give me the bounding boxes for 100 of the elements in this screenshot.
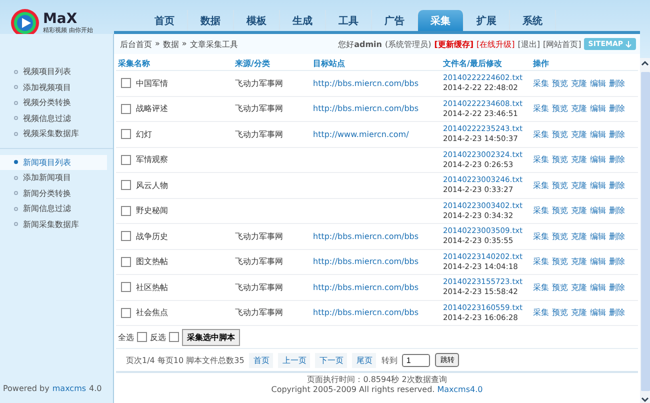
row-checkbox[interactable] <box>121 78 131 88</box>
sidebar-item[interactable]: 视频分类转换 <box>0 95 107 110</box>
column-header: 目标站点 <box>313 58 346 68</box>
invert-checkbox[interactable] <box>169 332 179 342</box>
action-link[interactable]: 预览 <box>552 128 568 140</box>
action-link[interactable]: 编辑 <box>590 103 606 114</box>
action-link[interactable]: 编辑 <box>590 205 606 216</box>
url-link[interactable]: http://www.miercn.com/ <box>313 130 409 139</box>
row-checkbox[interactable] <box>121 129 131 140</box>
sidebar-item[interactable]: 视频采集数据库 <box>0 126 107 142</box>
action-link[interactable]: 删除 <box>609 128 625 140</box>
top-link[interactable]: [退出] <box>518 38 540 50</box>
action-link[interactable]: 预览 <box>552 205 568 216</box>
action-link[interactable]: 采集 <box>533 180 549 191</box>
action-link[interactable]: 预览 <box>552 154 568 166</box>
action-link[interactable]: 采集 <box>533 282 549 293</box>
action-link[interactable]: 编辑 <box>590 230 606 242</box>
sidebar-item[interactable]: 新闻项目列表 <box>0 154 107 170</box>
action-link[interactable]: 编辑 <box>590 282 606 293</box>
scroll-down-icon[interactable] <box>641 397 649 403</box>
breadcrumb-item[interactable]: 数据 <box>162 38 179 50</box>
action-link[interactable]: 删除 <box>609 78 625 89</box>
pager-link[interactable]: 上一页 <box>278 352 310 368</box>
action-link[interactable]: 预览 <box>552 230 568 242</box>
pager-link[interactable]: 尾页 <box>352 352 376 368</box>
action-link[interactable]: 克隆 <box>571 282 587 293</box>
action-link[interactable]: 克隆 <box>571 230 587 242</box>
action-link[interactable]: 编辑 <box>590 307 606 318</box>
action-link[interactable]: 删除 <box>609 282 625 293</box>
row-checkbox[interactable] <box>121 206 131 216</box>
action-link[interactable]: 采集 <box>533 256 549 268</box>
action-link[interactable]: 采集 <box>533 128 549 140</box>
row-checkbox[interactable] <box>121 154 131 165</box>
scroll-up-icon[interactable] <box>641 60 649 66</box>
sidebar-item[interactable]: 添加新闻项目 <box>0 170 107 186</box>
url-link[interactable]: http://bbs.miercn.com/bbs <box>313 232 419 241</box>
url-link[interactable]: http://bbs.miercn.com/bbs <box>313 257 419 266</box>
action-link[interactable]: 预览 <box>552 78 568 89</box>
action-link[interactable]: 删除 <box>609 205 625 216</box>
sidebar-item[interactable]: 添加视频项目 <box>0 80 107 95</box>
action-link[interactable]: 采集 <box>533 307 549 318</box>
page-input[interactable]: 1 <box>402 354 430 366</box>
row-checkbox[interactable] <box>121 180 131 190</box>
row-checkbox[interactable] <box>121 256 131 267</box>
url-link[interactable]: http://bbs.miercn.com/bbs <box>313 282 419 292</box>
action-link[interactable]: 删除 <box>609 307 625 318</box>
action-link[interactable]: 克隆 <box>571 128 587 140</box>
action-link[interactable]: 采集 <box>533 154 549 166</box>
action-link[interactable]: 删除 <box>609 154 625 166</box>
row-checkbox[interactable] <box>121 308 131 318</box>
copyright-link[interactable]: Maxcms4.0 <box>437 385 483 394</box>
url-link[interactable]: http://bbs.miercn.com/bbs <box>313 78 419 88</box>
scrollbar[interactable] <box>640 58 650 403</box>
action-link[interactable]: 采集 <box>533 103 549 114</box>
action-link[interactable]: 预览 <box>552 282 568 293</box>
action-link[interactable]: 预览 <box>552 180 568 191</box>
action-link[interactable]: 采集 <box>533 78 549 89</box>
sidebar-item[interactable]: 新闻信息过滤 <box>0 201 107 216</box>
sidebar-item[interactable]: 视频项目列表 <box>0 64 107 80</box>
action-link[interactable]: 删除 <box>609 256 625 268</box>
action-link[interactable]: 克隆 <box>571 205 587 216</box>
action-link[interactable]: 删除 <box>609 230 625 242</box>
select-all-checkbox[interactable] <box>137 332 147 342</box>
pager-link[interactable]: 下一页 <box>315 352 348 368</box>
action-link[interactable]: 克隆 <box>571 307 587 318</box>
source-cell: 飞动力军事网 <box>235 78 283 88</box>
sidebar-item[interactable]: 新闻采集数据库 <box>0 216 107 232</box>
action-link[interactable]: 采集 <box>533 230 549 242</box>
action-link[interactable]: 预览 <box>552 103 568 114</box>
action-link[interactable]: 克隆 <box>571 103 587 114</box>
row-checkbox[interactable] <box>121 282 131 292</box>
action-link[interactable]: 删除 <box>609 103 625 114</box>
breadcrumb-item[interactable]: 后台首页 <box>120 38 152 50</box>
url-link[interactable]: http://bbs.miercn.com/bbs <box>313 104 419 114</box>
collect-selected-button[interactable]: 采集选中脚本 <box>182 328 240 346</box>
action-link[interactable]: 克隆 <box>571 78 587 89</box>
url-link[interactable]: http://bbs.miercn.com/bbs <box>313 308 419 318</box>
top-link[interactable]: [在线升级] <box>476 38 515 50</box>
row-checkbox[interactable] <box>121 231 131 242</box>
action-link[interactable]: 克隆 <box>571 180 587 191</box>
action-link[interactable]: 编辑 <box>590 78 606 89</box>
action-link[interactable]: 克隆 <box>571 154 587 166</box>
action-link[interactable]: 编辑 <box>590 154 606 166</box>
action-link[interactable]: 编辑 <box>590 256 606 268</box>
breadcrumb-item[interactable]: 文章采集工具 <box>190 38 238 50</box>
top-link[interactable]: [网站首页] <box>543 38 582 50</box>
script-name: 中国军情 <box>136 78 168 89</box>
pager-link[interactable]: 首页 <box>249 352 274 368</box>
action-link[interactable]: 编辑 <box>590 180 606 191</box>
action-link[interactable]: 克隆 <box>571 256 587 268</box>
sidebar-item[interactable]: 视频信息过滤 <box>0 110 107 126</box>
powered-link[interactable]: maxcms <box>52 384 86 393</box>
action-link[interactable]: 编辑 <box>590 128 606 140</box>
action-link[interactable]: 预览 <box>552 307 568 318</box>
action-link[interactable]: 删除 <box>609 180 625 191</box>
row-checkbox[interactable] <box>121 104 131 114</box>
sidebar-item[interactable]: 新闻分类转换 <box>0 186 107 201</box>
action-link[interactable]: 采集 <box>533 205 549 216</box>
action-link[interactable]: 预览 <box>552 256 568 268</box>
top-link[interactable]: [更新缓存] <box>434 38 474 50</box>
